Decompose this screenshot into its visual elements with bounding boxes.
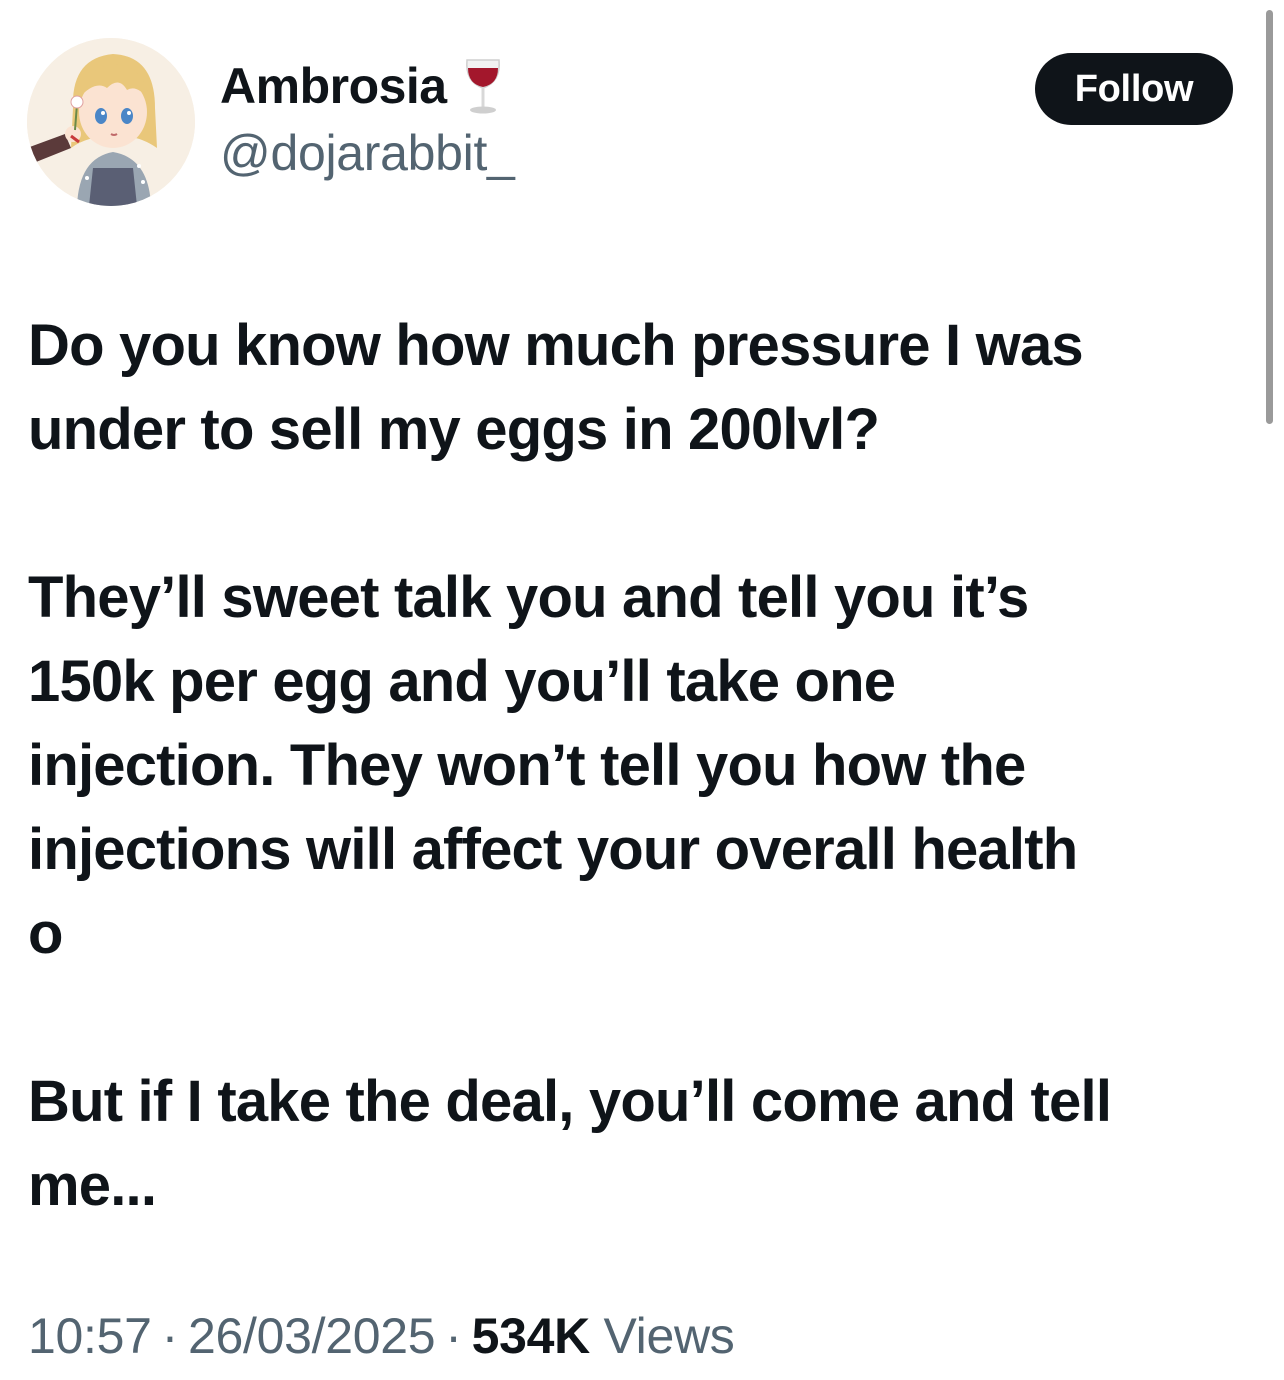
wine-glass-icon xyxy=(461,56,505,116)
tweet-meta: 10:57 · 26/03/2025 · 534K Views xyxy=(28,1306,735,1366)
display-name[interactable]: Ambrosia xyxy=(220,56,505,116)
tweet-line: They’ll sweet talk you and tell you it’s xyxy=(28,565,1029,630)
tweet-time[interactable]: 10:57 xyxy=(28,1308,152,1364)
display-name-text[interactable]: Ambrosia xyxy=(220,61,447,111)
views-count: 534K xyxy=(471,1308,591,1364)
tweet-line: 150k per egg and you’ll take one xyxy=(28,649,896,714)
tweet-line: o xyxy=(28,901,63,966)
tweet-line: under to sell my eggs in 200lvl? xyxy=(28,397,880,462)
tweet-line: But if I take the deal, you’ll come and … xyxy=(28,1069,1112,1134)
tweet-paragraph: Do you know how much pressure I was unde… xyxy=(28,304,1268,472)
tweet-text: Do you know how much pressure I was unde… xyxy=(28,304,1268,1228)
tweet-paragraph: But if I take the deal, you’ll come and … xyxy=(28,1060,1268,1228)
tweet-line: injections will affect your overall heal… xyxy=(28,817,1078,882)
tweet-paragraph: They’ll sweet talk you and tell you it’s… xyxy=(28,556,1268,976)
tweet-line: injection. They won’t tell you how the xyxy=(28,733,1026,798)
user-handle[interactable]: @dojarabbit_ xyxy=(220,128,515,178)
tweet-line: Do you know how much pressure I was xyxy=(28,313,1084,378)
meta-separator: · xyxy=(445,1308,462,1364)
tweet-date[interactable]: 26/03/2025 xyxy=(188,1308,436,1364)
avatar[interactable] xyxy=(27,38,195,206)
tweet-line: me... xyxy=(28,1153,157,1218)
views-label: Views xyxy=(603,1308,735,1364)
follow-button[interactable]: Follow xyxy=(1035,53,1233,125)
meta-separator: · xyxy=(161,1308,179,1364)
